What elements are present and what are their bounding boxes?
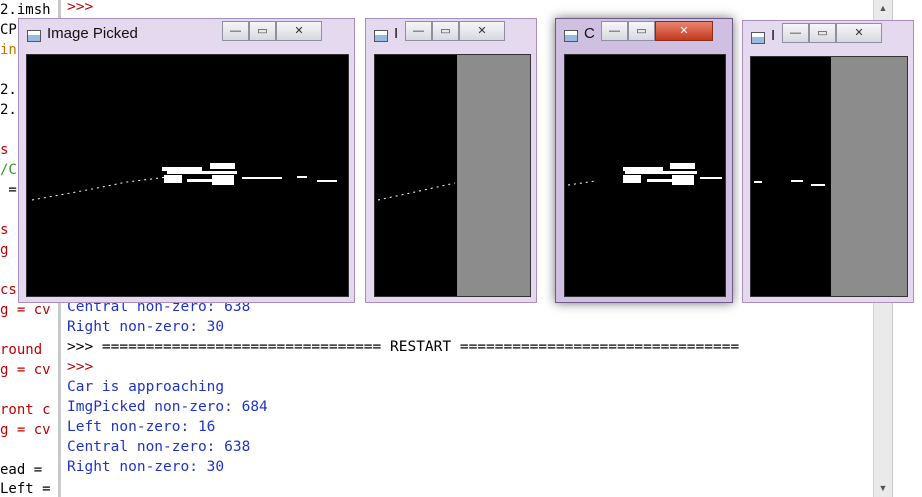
window-title: I xyxy=(771,27,776,44)
window-left-region[interactable]: I — ▭ ✕ xyxy=(365,18,537,303)
editor-line: /C xyxy=(0,162,17,178)
shell-line: Central non-zero: 638 xyxy=(67,439,251,455)
maximize-icon[interactable]: ▭ xyxy=(432,21,459,41)
maximize-icon[interactable]: ▭ xyxy=(628,21,655,41)
shell-line: ImgPicked non-zero: 684 xyxy=(67,399,268,415)
editor-line: g = cv xyxy=(0,422,51,438)
editor-line: CP xyxy=(0,22,17,38)
window-central-region[interactable]: C — ▭ ✕ xyxy=(555,18,733,303)
editor-line: Left = xyxy=(0,481,51,497)
editor-line: s xyxy=(0,142,9,158)
editor-line: g = cv xyxy=(0,302,51,318)
editor-line: s xyxy=(0,222,9,238)
maximize-icon[interactable]: ▭ xyxy=(809,23,836,43)
edge-image xyxy=(567,163,722,186)
window-title: I xyxy=(394,25,399,42)
scroll-up-icon[interactable]: ▲ xyxy=(874,0,892,17)
editor-line: 2. xyxy=(0,102,17,118)
shell-line: Car is approaching xyxy=(67,379,225,395)
image-view xyxy=(564,54,726,297)
editor-line: g = cv xyxy=(0,362,51,378)
app-icon xyxy=(27,30,41,42)
editor-line: = xyxy=(0,182,17,198)
maximize-icon[interactable]: ▭ xyxy=(249,21,276,41)
edge-image xyxy=(754,180,825,186)
masked-region xyxy=(831,57,907,296)
close-icon[interactable]: ✕ xyxy=(655,21,713,41)
editor-line: cs xyxy=(0,282,17,298)
editor-line: g xyxy=(0,242,9,258)
edge-image xyxy=(377,182,456,201)
restart-line: >>> ================================ RES… xyxy=(67,339,740,355)
app-icon xyxy=(751,32,765,44)
editor-line: ead = xyxy=(0,462,43,478)
editor-line: ront c xyxy=(0,402,51,418)
editor-line: round xyxy=(0,342,43,358)
scroll-down-icon[interactable]: ▼ xyxy=(874,480,892,497)
shell-line: >>> xyxy=(67,0,94,15)
minimize-icon[interactable]: — xyxy=(405,21,432,41)
shell-line: Left non-zero: 16 xyxy=(67,419,216,435)
app-icon xyxy=(374,30,388,42)
shell-line: >>> xyxy=(67,359,94,375)
shell-line: Right non-zero: 30 xyxy=(67,459,225,475)
close-icon[interactable]: ✕ xyxy=(459,21,505,41)
window-title: C xyxy=(584,25,595,42)
image-view xyxy=(26,54,349,297)
masked-region xyxy=(457,55,530,296)
editor-line: 2.imsh xyxy=(0,2,51,18)
minimize-icon[interactable]: — xyxy=(601,21,628,41)
app-icon xyxy=(564,30,578,42)
close-icon[interactable]: ✕ xyxy=(836,23,882,43)
minimize-icon[interactable]: — xyxy=(782,23,809,43)
image-view xyxy=(750,56,908,297)
minimize-icon[interactable]: — xyxy=(222,21,249,41)
shell-line: Right non-zero: 30 xyxy=(67,319,225,335)
editor-line: in xyxy=(0,42,17,58)
edge-image xyxy=(31,163,337,201)
window-title: Image Picked xyxy=(47,25,138,42)
editor-line: 2. xyxy=(0,82,17,98)
window-right-region[interactable]: I — ▭ ✕ xyxy=(742,20,914,303)
image-view xyxy=(374,54,531,297)
window-image-picked[interactable]: Image Picked — ▭ ✕ xyxy=(18,18,355,303)
close-icon[interactable]: ✕ xyxy=(276,21,322,41)
